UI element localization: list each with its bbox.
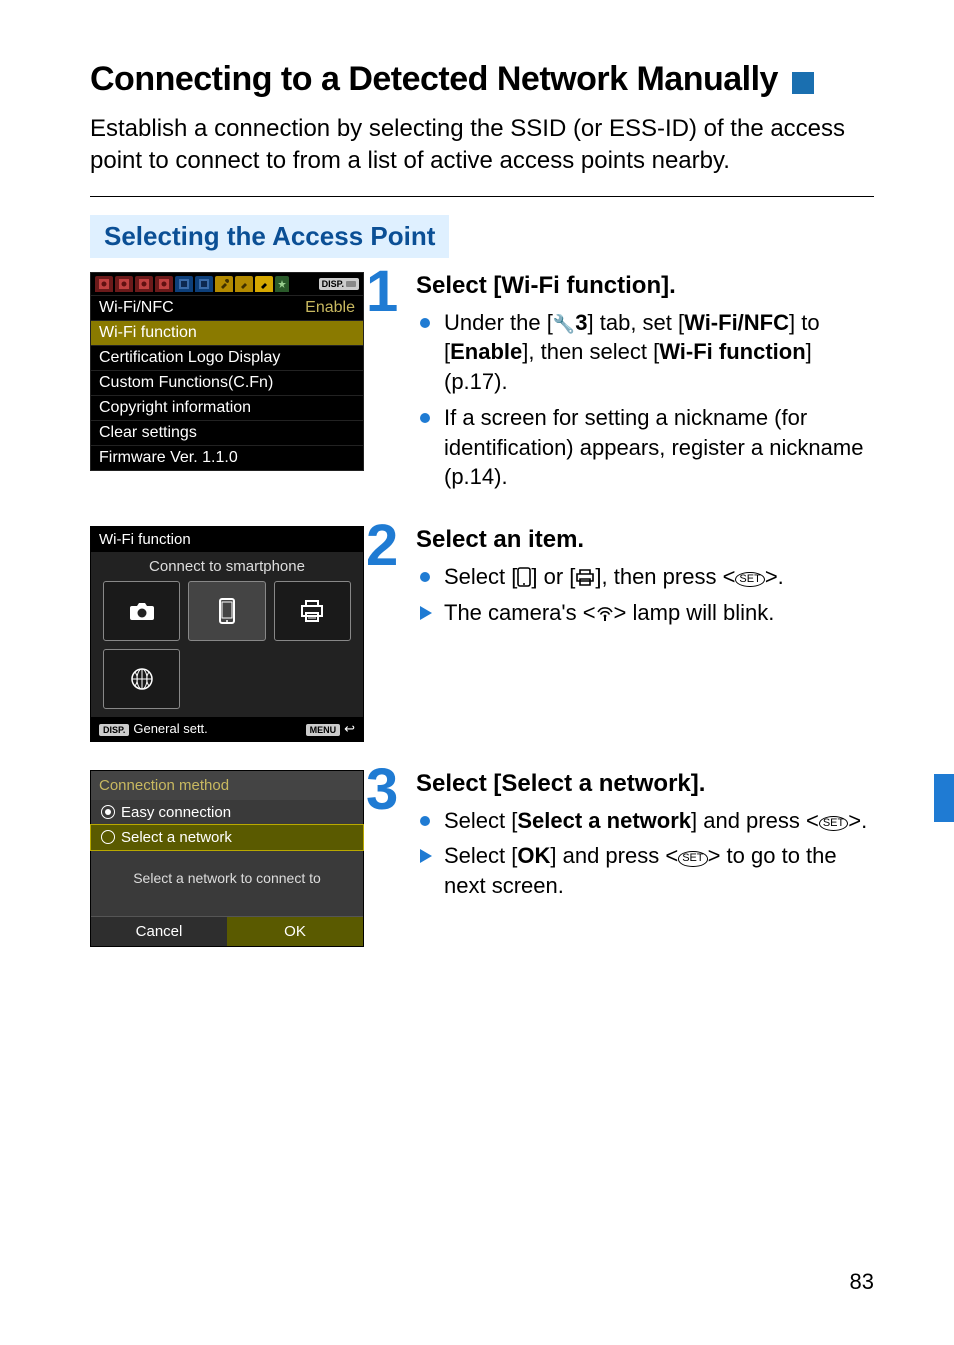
radio-option-highlighted: Select a network	[91, 825, 363, 850]
menu-row: Certification Logo Display	[91, 345, 363, 370]
menu-row-label: Wi-Fi/NFC	[99, 299, 174, 317]
menu-tab-star-icon	[275, 276, 289, 292]
screen-title: Connection method	[91, 771, 363, 800]
radio-option: Easy connection	[91, 800, 363, 825]
printer-icon	[274, 581, 351, 641]
cancel-button: Cancel	[91, 917, 227, 946]
foot-left: DISP.General sett.	[99, 721, 208, 736]
menu-row: Copyright information	[91, 395, 363, 420]
foot-right: MENU↩	[306, 721, 355, 737]
menu-tab-icon	[95, 276, 113, 292]
menu-tab-icon	[135, 276, 153, 292]
return-icon: ↩	[344, 721, 355, 736]
wifi-lamp-icon	[596, 606, 614, 622]
menu-tab-icon	[195, 276, 213, 292]
step-bullet: Select [] or [], then press <SET>.	[416, 562, 874, 592]
camera-connection-method-screenshot: Connection method Easy connection Select…	[90, 770, 364, 947]
smartphone-icon	[188, 581, 265, 641]
menu-tab-icon	[155, 276, 173, 292]
step-title: Select [Select a network].	[416, 770, 874, 798]
menu-tab-wrench-active-icon	[255, 276, 273, 292]
camera-menu-settings-screenshot: DISP. Wi-Fi/NFC Enable Wi-Fi function Ce…	[90, 272, 364, 471]
disp-badge: DISP.	[319, 278, 359, 290]
divider	[90, 196, 874, 197]
ok-button: OK	[227, 917, 363, 946]
screen-title: Wi-Fi function	[91, 527, 363, 552]
step-bullet: Select [Select a network] and press <SET…	[416, 806, 874, 836]
section-side-tab	[934, 774, 954, 822]
wrench-icon	[553, 310, 575, 335]
page-number: 83	[850, 1269, 874, 1295]
menu-row: Firmware Ver. 1.1.0	[91, 445, 363, 470]
step-title: Select an item.	[416, 526, 874, 554]
step-number: 2	[366, 512, 398, 579]
menu-row: Wi-Fi/NFC Enable	[91, 295, 363, 320]
menu-tab-wrench-icon	[215, 276, 233, 292]
title-marker-icon	[792, 72, 814, 94]
set-button-icon: SET	[735, 572, 764, 587]
radio-selected-icon	[101, 805, 115, 819]
screen-subtitle: Connect to smartphone	[91, 552, 363, 581]
menu-tab-strip: DISP.	[91, 273, 363, 295]
radio-unselected-icon	[101, 830, 115, 844]
menu-row: Custom Functions(C.Fn)	[91, 370, 363, 395]
menu-tab-icon	[175, 276, 193, 292]
step-number: 3	[366, 756, 398, 823]
printer-icon	[575, 569, 595, 587]
step-3: 3 Select [Select a network]. Select [Sel…	[410, 770, 874, 907]
menu-row-label: Wi-Fi function	[99, 324, 197, 342]
camera-wifi-function-screenshot: Wi-Fi function Connect to smartphone D	[90, 526, 364, 742]
screen-message: Select a network to connect to	[91, 850, 363, 916]
step-1: 1 Select [Wi-Fi function]. Under the [3]…	[410, 272, 874, 498]
step-2: 2 Select an item. Select [] or [], then …	[410, 526, 874, 633]
set-button-icon: SET	[819, 816, 848, 831]
smartphone-icon	[517, 567, 531, 587]
globe-icon	[103, 649, 180, 709]
page-title: Connecting to a Detected Network Manuall…	[90, 60, 778, 99]
step-arrow-bullet: Select [OK] and press <SET> to go to the…	[416, 841, 874, 900]
section-subheading: Selecting the Access Point	[90, 215, 449, 258]
step-bullet: If a screen for setting a nickname (for …	[416, 403, 874, 492]
menu-tab-icon	[115, 276, 133, 292]
intro-text: Establish a connection by selecting the …	[90, 113, 874, 178]
menu-tab-wrench-icon	[235, 276, 253, 292]
menu-row-highlighted: Wi-Fi function	[91, 320, 363, 345]
menu-row: Clear settings	[91, 420, 363, 445]
camera-transfer-icon	[103, 581, 180, 641]
step-arrow-bullet: The camera's <> lamp will blink.	[416, 598, 874, 628]
set-button-icon: SET	[678, 851, 707, 866]
menu-row-value: Enable	[305, 299, 355, 317]
step-number: 1	[366, 258, 398, 325]
step-bullet: Under the [3] tab, set [Wi-Fi/NFC] to [E…	[416, 308, 874, 397]
step-title: Select [Wi-Fi function].	[416, 272, 874, 300]
